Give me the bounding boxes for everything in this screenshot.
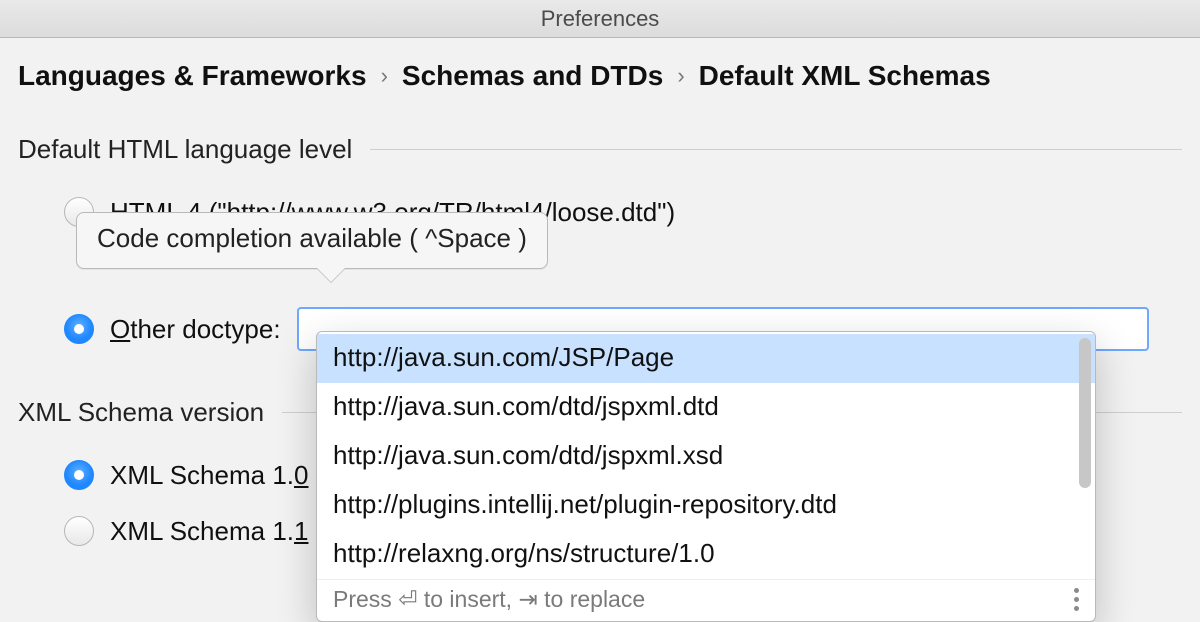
chevron-right-icon: › (381, 63, 388, 89)
hint-mid: to insert, (417, 586, 518, 612)
radio-label-xml11: XML Schema 1.1 (110, 516, 308, 547)
breadcrumb-2[interactable]: Schemas and DTDs (402, 60, 663, 92)
completion-popup[interactable]: http://java.sun.com/JSP/Page http://java… (316, 331, 1096, 622)
tab-icon: ⇥ (518, 586, 537, 612)
completion-item[interactable]: http://java.sun.com/dtd/jspxml.xsd (317, 432, 1095, 481)
enter-icon: ⏎ (398, 586, 417, 612)
mnemonic: 1 (294, 516, 308, 546)
hint-pre: Press (333, 586, 398, 612)
tooltip-text: Code completion available ( ^Space ) (97, 223, 527, 253)
breadcrumb: Languages & Frameworks › Schemas and DTD… (18, 60, 1182, 92)
window-titlebar: Preferences (0, 0, 1200, 38)
completion-item[interactable]: http://java.sun.com/dtd/jspxml.dtd (317, 383, 1095, 432)
label-text: XML Schema 1. (110, 516, 294, 546)
code-completion-tooltip: Code completion available ( ^Space ) (76, 212, 548, 269)
breadcrumb-3[interactable]: Default XML Schemas (699, 60, 991, 92)
more-icon[interactable] (1074, 588, 1083, 611)
scrollbar[interactable] (1079, 338, 1091, 488)
chevron-right-icon: › (677, 63, 684, 89)
radio-label-xml10: XML Schema 1.0 (110, 460, 308, 491)
completion-item[interactable]: http://java.sun.com/JSP/Page (317, 334, 1095, 383)
window-title: Preferences (541, 6, 660, 31)
radio-icon[interactable] (64, 516, 94, 546)
hint-post: to replace (538, 586, 645, 612)
mnemonic: 0 (294, 460, 308, 490)
label-text: ther doctype: (130, 314, 280, 344)
section-title: XML Schema version (18, 397, 264, 428)
completion-list[interactable]: http://java.sun.com/JSP/Page http://java… (317, 332, 1095, 579)
label-text: XML Schema 1. (110, 460, 294, 490)
hint-text: Press ⏎ to insert, ⇥ to replace (333, 586, 645, 613)
section-default-html-level: Default HTML language level (18, 134, 1182, 165)
radio-icon[interactable] (64, 460, 94, 490)
completion-item[interactable]: http://plugins.intellij.net/plugin-repos… (317, 481, 1095, 530)
completion-hint: Press ⏎ to insert, ⇥ to replace (317, 579, 1095, 621)
section-title: Default HTML language level (18, 134, 352, 165)
radio-label-other: Other doctype: (110, 314, 281, 345)
completion-item[interactable]: http://relaxng.org/ns/structure/1.0 (317, 530, 1095, 579)
mnemonic: O (110, 314, 130, 344)
radio-icon[interactable] (64, 314, 94, 344)
divider (370, 149, 1182, 150)
breadcrumb-1[interactable]: Languages & Frameworks (18, 60, 367, 92)
